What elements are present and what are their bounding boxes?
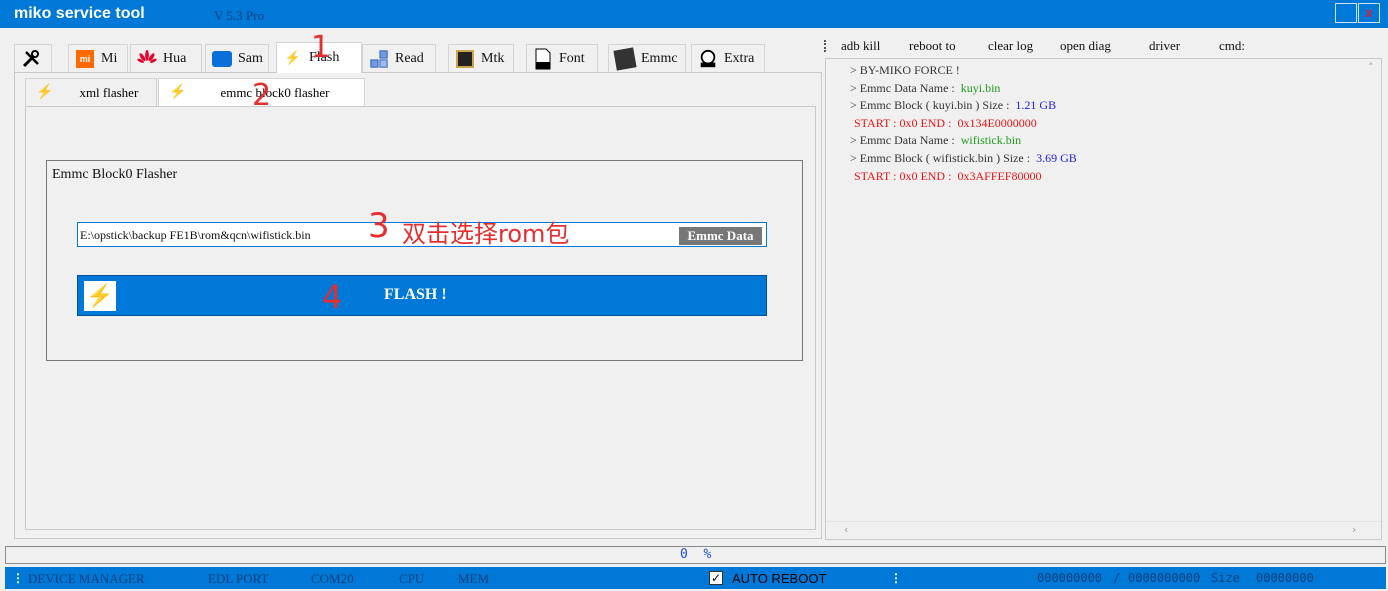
samsung-logo-icon bbox=[212, 49, 232, 69]
mem-label: MEM bbox=[458, 571, 490, 586]
counter-separator: / bbox=[1113, 571, 1121, 585]
tab-hua[interactable]: Hua bbox=[130, 44, 202, 72]
annotation-step-1: 1 bbox=[311, 30, 331, 65]
tools-icon bbox=[21, 49, 41, 69]
title-bar: miko service tool V 5.3 Pro x bbox=[0, 0, 1388, 28]
annotation-step-3: 3 bbox=[368, 206, 390, 246]
tab-font[interactable]: Font bbox=[526, 44, 598, 72]
emmc-data-button[interactable]: Emmc Data bbox=[679, 227, 762, 245]
clear-log-button[interactable]: clear log bbox=[988, 38, 1033, 54]
log-line: > Emmc Block ( wifistick.bin ) Size : 3.… bbox=[850, 150, 1077, 165]
font-file-icon bbox=[533, 48, 553, 69]
chip-icon bbox=[455, 49, 475, 69]
tab-sam-label: Sam bbox=[238, 50, 263, 66]
progress-text: 0 % bbox=[680, 547, 712, 562]
lightning-icon: ⚡ bbox=[36, 85, 54, 100]
app-version: V 5.3 Pro bbox=[214, 8, 264, 23]
scroll-left-icon[interactable]: ‹ bbox=[844, 523, 848, 536]
edl-port-label: EDL PORT bbox=[208, 571, 269, 586]
auto-reboot-label: AUTO REBOOT bbox=[732, 571, 827, 586]
device-manager-label[interactable]: DEVICE MANAGER bbox=[28, 571, 145, 587]
vertical-scrollbar[interactable]: ˄ bbox=[1365, 59, 1381, 522]
log-line: > Emmc Block ( kuyi.bin ) Size : 1.21 GB bbox=[850, 98, 1057, 113]
emmc-block0-flasher-group bbox=[46, 160, 803, 361]
scroll-right-icon[interactable]: › bbox=[1352, 523, 1356, 536]
lightning-icon: ⚡ bbox=[284, 50, 302, 65]
tab-mi-label: Mi bbox=[101, 50, 118, 66]
tab-tools[interactable] bbox=[14, 44, 52, 72]
tab-read-label: Read bbox=[395, 50, 424, 66]
tab-extra[interactable]: Extra bbox=[691, 44, 765, 72]
status-grip-icon: ⋮ bbox=[890, 571, 902, 585]
tab-mtk-label: Mtk bbox=[481, 50, 505, 66]
log-line: > Emmc Data Name : kuyi.bin bbox=[850, 80, 1001, 95]
log-line: START : 0x0 END : 0x3AFFEF80000 bbox=[854, 168, 1042, 183]
app-title: miko service tool bbox=[14, 5, 145, 22]
tab-read[interactable]: Read bbox=[362, 44, 436, 72]
close-button[interactable]: x bbox=[1358, 3, 1380, 23]
log-line: START : 0x0 END : 0x134E0000000 bbox=[854, 115, 1037, 130]
cmd-button[interactable]: cmd: bbox=[1219, 38, 1245, 54]
lightning-icon: ⚡ bbox=[169, 85, 187, 100]
extra-icon bbox=[698, 49, 718, 69]
open-diag-button[interactable]: open diag bbox=[1060, 38, 1111, 54]
database-icon bbox=[369, 49, 389, 69]
counter-2: 0000000000 bbox=[1128, 571, 1201, 585]
annotation-step-2: 2 bbox=[252, 78, 272, 113]
annotation-step-3-text: 双击选择rom包 bbox=[402, 220, 570, 248]
reboot-to-button[interactable]: reboot to bbox=[909, 38, 956, 54]
cpu-label: CPU bbox=[399, 571, 425, 586]
group-title: Emmc Block0 Flasher bbox=[52, 167, 178, 182]
tab-font-label: Font bbox=[559, 50, 585, 66]
tab-extra-label: Extra bbox=[724, 50, 755, 66]
tab-mtk[interactable]: Mtk bbox=[448, 44, 514, 72]
lightning-icon: ⚡ bbox=[84, 281, 116, 311]
tab-sam[interactable]: Sam bbox=[205, 44, 269, 72]
driver-button[interactable]: driver bbox=[1149, 38, 1180, 54]
subtab-xml-flasher-label: xml flasher bbox=[79, 84, 139, 100]
flash-button-label: FLASH ! bbox=[384, 286, 447, 303]
tab-emmc[interactable]: Emmc bbox=[608, 44, 686, 72]
tab-hua-label: Hua bbox=[163, 50, 187, 66]
status-grip-icon: ⋮ bbox=[12, 571, 24, 585]
toolbar-grip-icon bbox=[824, 40, 829, 52]
subtab-xml-flasher[interactable]: ⚡ xml flasher bbox=[25, 78, 157, 106]
horizontal-scrollbar[interactable]: ‹ › bbox=[826, 521, 1381, 539]
emmc-chip-icon bbox=[613, 46, 637, 71]
maximize-button[interactable] bbox=[1335, 3, 1357, 23]
huawei-logo-icon bbox=[137, 49, 157, 69]
size-label: Size bbox=[1211, 571, 1240, 585]
log-line: > Emmc Data Name : wifistick.bin bbox=[850, 133, 1022, 148]
annotation-step-4: 4 bbox=[322, 278, 343, 316]
rom-path-value: E:\opstick\backup FE1B\rom&qcn\wifistick… bbox=[80, 228, 311, 242]
scroll-up-icon[interactable]: ˄ bbox=[1368, 61, 1374, 74]
com-port-value: COM20 bbox=[311, 571, 354, 586]
adb-kill-button[interactable]: adb kill bbox=[841, 38, 880, 54]
counter-3: 00000000 bbox=[1256, 571, 1314, 585]
xiaomi-logo-icon: mi bbox=[75, 49, 95, 69]
auto-reboot-checkbox[interactable]: ✓ bbox=[709, 571, 723, 585]
tab-mi[interactable]: mi Mi bbox=[68, 44, 128, 72]
subtab-emmc-block0-flasher-label: emmc block0 flasher bbox=[220, 84, 330, 100]
tab-emmc-label: Emmc bbox=[641, 50, 678, 66]
log-line: > BY-MIKO FORCE ! bbox=[850, 63, 960, 77]
log-lines: > BY-MIKO FORCE ! > Emmc Data Name : kuy… bbox=[850, 62, 1077, 185]
counter-1: 000000000 bbox=[1037, 571, 1103, 585]
